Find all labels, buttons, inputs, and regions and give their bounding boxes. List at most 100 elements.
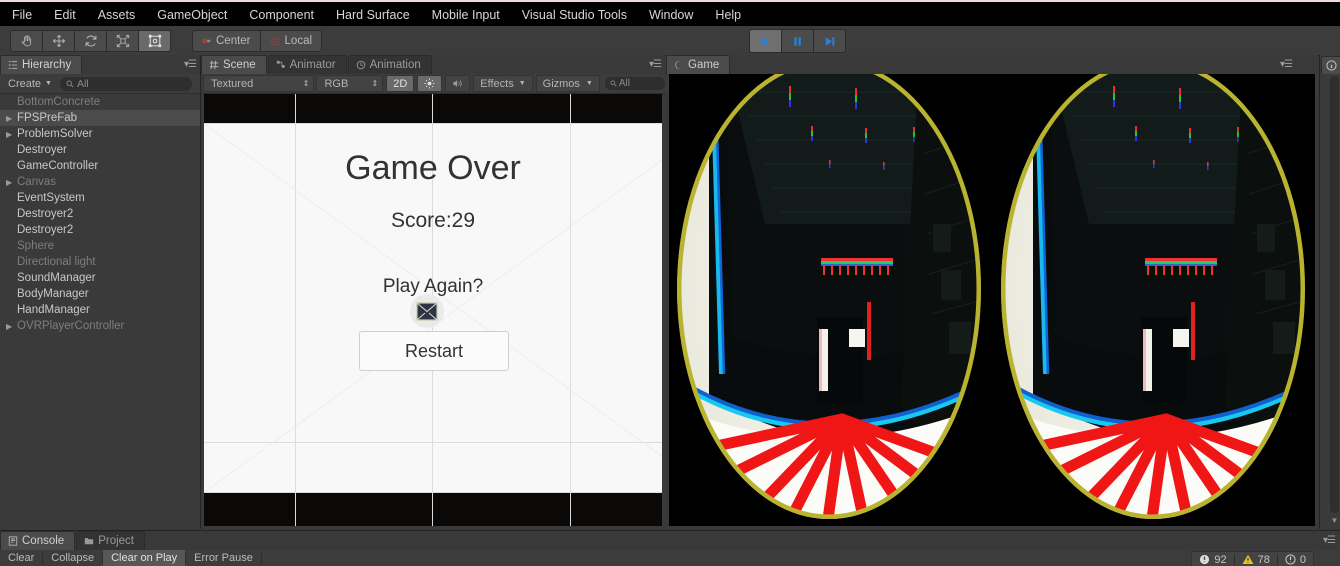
hierarchy-item-fpsprefab[interactable]: ▶ FPSPreFab — [0, 110, 200, 126]
hierarchy-item-gamecontroller[interactable]: ▶GameController — [0, 158, 200, 174]
clear-on-play-button[interactable]: Clear on Play — [103, 550, 186, 566]
audio-toggle-button[interactable] — [445, 75, 471, 92]
tab-hierarchy[interactable]: Hierarchy — [0, 55, 83, 74]
chevron-right-icon[interactable]: ▶ — [6, 322, 17, 331]
hand-tool-button[interactable] — [10, 30, 42, 52]
color-mode-dropdown[interactable]: RGB ⇕ — [316, 75, 384, 92]
menu-item-gameobject[interactable]: GameObject — [146, 3, 238, 27]
draw-mode-dropdown[interactable]: Textured ⇕ — [203, 75, 315, 92]
menu-item-window[interactable]: Window — [638, 3, 704, 27]
hierarchy-item-canvas[interactable]: ▶ Canvas — [0, 174, 200, 190]
hierarchy-item-problemsolver[interactable]: ▶ ProblemSolver — [0, 126, 200, 142]
menu-item-hard-surface[interactable]: Hard Surface — [325, 3, 421, 27]
hierarchy-item-directional-light[interactable]: ▶Directional light — [0, 254, 200, 270]
move-tool-button[interactable] — [42, 30, 74, 52]
hierarchy-item-soundmanager[interactable]: ▶SoundManager — [0, 270, 200, 286]
vr-stereo-render — [669, 74, 1315, 526]
hierarchy-search-input[interactable]: All — [59, 76, 192, 91]
scene-options-icon[interactable]: ▾☰ — [649, 59, 662, 70]
tab-game[interactable]: Game — [666, 55, 731, 74]
hierarchy-item-handmanager[interactable]: ▶HandManager — [0, 302, 200, 318]
space-mode-button[interactable]: Local — [259, 30, 323, 52]
lighting-toggle-button[interactable] — [417, 75, 443, 92]
game-controller-icon — [674, 60, 684, 70]
search-icon — [66, 80, 74, 88]
console-tabstrip: Console Project ▾☰ — [0, 531, 1340, 550]
scale-icon — [116, 34, 130, 48]
game-options-icon[interactable]: ▾☰ — [1280, 59, 1293, 70]
pivot-mode-button[interactable]: Center — [192, 30, 260, 52]
menu-item-mobile-input[interactable]: Mobile Input — [421, 3, 511, 27]
gizmos-dropdown[interactable]: Gizmos ▼ — [535, 75, 600, 92]
grid-line-h1 — [204, 123, 662, 124]
game-tabstrip: Game ▾☰ — [666, 55, 1318, 74]
tab-project[interactable]: Project — [76, 531, 145, 550]
chevron-down-icon-inspector[interactable]: ▼ — [1330, 516, 1339, 527]
hierarchy-item-bodymanager[interactable]: ▶BodyManager — [0, 286, 200, 302]
audio-icon — [452, 78, 463, 89]
chevron-right-icon[interactable]: ▶ — [6, 178, 17, 187]
hierarchy-item-label: Directional light — [17, 256, 96, 268]
scale-tool-button[interactable] — [106, 30, 138, 52]
hierarchy-item-sphere[interactable]: ▶Sphere — [0, 238, 200, 254]
hierarchy-item-destroyer[interactable]: ▶Destroyer — [0, 142, 200, 158]
playback-controls — [749, 29, 846, 53]
hierarchy-item-destroyer2[interactable]: ▶Destroyer2 — [0, 206, 200, 222]
pause-button[interactable] — [781, 29, 813, 53]
hierarchy-options-icon[interactable]: ▾☰ — [184, 59, 197, 70]
menu-item-visual-studio-tools[interactable]: Visual Studio Tools — [511, 3, 638, 27]
tab-inspector[interactable] — [1321, 56, 1340, 75]
tree-spacer: ▶ — [6, 274, 17, 283]
hand-icon — [20, 34, 34, 48]
tab-animator[interactable]: Animator — [267, 55, 347, 74]
hierarchy-item-bottomconcrete[interactable]: ▶BottomConcrete — [0, 94, 200, 110]
menu-item-file[interactable]: File — [0, 3, 43, 27]
scene-search-input[interactable]: All — [604, 77, 665, 90]
rotate-icon — [84, 34, 98, 48]
hierarchy-item-destroyer2[interactable]: ▶Destroyer2 — [0, 222, 200, 238]
menu-bar: File Edit Assets GameObject Component Ha… — [0, 0, 1340, 28]
menu-item-assets[interactable]: Assets — [87, 3, 147, 27]
info-counter[interactable]: 0 — [1278, 554, 1313, 566]
chevron-right-icon[interactable]: ▶ — [6, 130, 17, 139]
step-button[interactable] — [813, 29, 846, 53]
game-over-title: Game Over — [345, 149, 521, 187]
menu-item-component[interactable]: Component — [238, 3, 325, 27]
hierarchy-item-ovrplayercontroller[interactable]: ▶ OVRPlayerController — [0, 318, 200, 334]
canvas-rect-icon[interactable] — [410, 294, 444, 328]
scene-viewport[interactable]: Game Over Score:29 Play Again? Restart — [204, 94, 662, 526]
console-options-icon[interactable]: ▾☰ — [1323, 535, 1336, 546]
create-dropdown[interactable]: Create ▼ — [0, 78, 58, 90]
tree-spacer: ▶ — [6, 162, 17, 171]
clear-button[interactable]: Clear — [0, 550, 42, 566]
rotate-tool-button[interactable] — [74, 30, 106, 52]
play-button[interactable] — [749, 29, 781, 53]
error-pause-button[interactable]: Error Pause — [186, 550, 261, 566]
rect-tool-button[interactable] — [138, 30, 171, 52]
toggle-2d-button[interactable]: 2D — [386, 75, 415, 92]
tab-scene[interactable]: Scene — [201, 55, 267, 74]
effects-dropdown[interactable]: Effects ▼ — [473, 75, 533, 92]
hierarchy-item-label: OVRPlayerController — [17, 320, 125, 332]
hierarchy-item-eventsystem[interactable]: ▶EventSystem — [0, 190, 200, 206]
game-viewport[interactable] — [669, 74, 1315, 526]
tab-console[interactable]: Console — [0, 531, 76, 550]
info-icon — [1285, 554, 1296, 565]
restart-button[interactable]: Restart — [359, 331, 509, 371]
console-toolbar: Clear Collapse Clear on Play Error Pause — [0, 550, 1340, 566]
menu-item-edit[interactable]: Edit — [43, 3, 87, 27]
hierarchy-tree[interactable]: ▶BottomConcrete▶FPSPreFab▶ProblemSolver▶… — [0, 94, 200, 529]
collapse-button[interactable]: Collapse — [43, 550, 102, 566]
error-counter[interactable]: 92 — [1192, 554, 1233, 566]
animator-icon — [276, 60, 286, 70]
tree-spacer: ▶ — [6, 194, 17, 203]
main-toolbar: Center Local — [0, 26, 1340, 56]
scene-search-placeholder: All — [618, 78, 630, 89]
menu-item-help[interactable]: Help — [704, 3, 752, 27]
tree-spacer: ▶ — [6, 290, 17, 299]
tab-hierarchy-label: Hierarchy — [22, 59, 72, 71]
tab-animation[interactable]: Animation — [347, 55, 432, 74]
warning-counter[interactable]: 78 — [1235, 554, 1277, 566]
chevron-right-icon[interactable]: ▶ — [6, 114, 17, 123]
inspector-scrollbar[interactable] — [1330, 76, 1339, 513]
